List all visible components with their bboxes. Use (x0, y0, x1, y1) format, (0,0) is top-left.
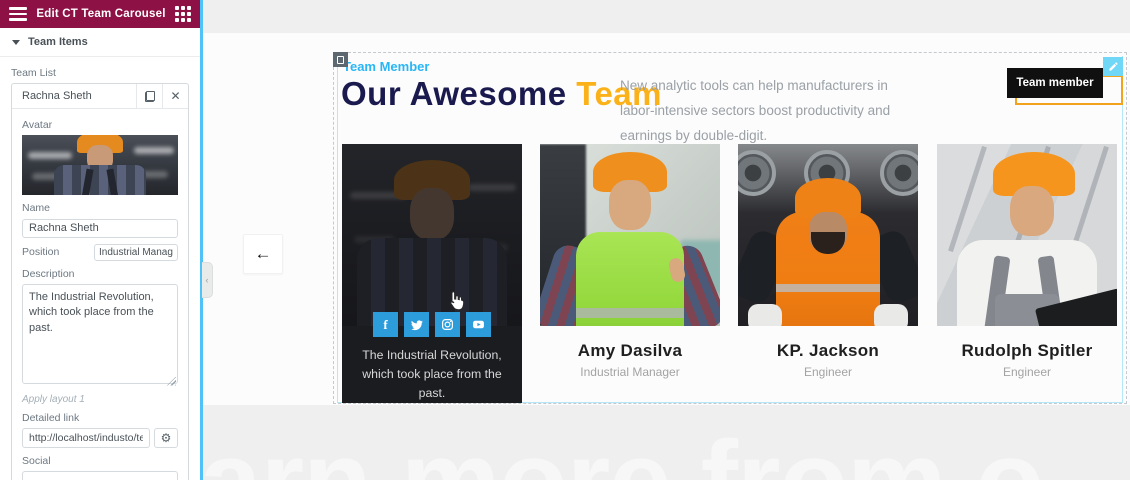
apps-grid-icon[interactable] (175, 6, 191, 22)
close-icon[interactable]: ✕ (162, 84, 188, 108)
card-social-row: f (342, 312, 522, 337)
pencil-icon (1108, 61, 1119, 72)
team-card-active[interactable]: f The Industrial Revolution, which took … (342, 144, 522, 403)
youtube-icon[interactable] (466, 312, 491, 337)
section-heading: Our Awesome Team (341, 75, 662, 113)
twitter-icon[interactable] (404, 312, 429, 337)
avatar-image[interactable] (22, 135, 178, 195)
heading-primary: Our Awesome (341, 75, 567, 112)
facebook-icon[interactable]: f (373, 312, 398, 337)
duplicate-icon[interactable] (136, 84, 162, 108)
team-member-button[interactable]: Team member (1007, 68, 1103, 98)
panel-title: Edit CT Team Carousel (36, 8, 165, 20)
background-watermark-text: earn more from o (200, 416, 1043, 480)
instagram-icon[interactable] (435, 312, 460, 337)
card-caption: The Industrial Revolution, which took pl… (342, 346, 522, 403)
panel-resizer[interactable] (200, 0, 203, 480)
member-name: KP. Jackson (738, 341, 918, 361)
section-edit-handle[interactable] (333, 52, 348, 67)
name-label: Name (22, 202, 178, 214)
detailed-link-input[interactable] (22, 428, 150, 448)
repeater-item: Rachna Sheth ✕ Avatar (11, 83, 189, 480)
description-label: Description (22, 268, 178, 280)
team-card[interactable]: KP. Jackson Engineer (738, 144, 918, 379)
pencil-edit-handle[interactable] (1103, 57, 1123, 76)
arrow-left-icon: ← (255, 244, 272, 264)
elementor-editor: Edit CT Team Carousel Team Items Team Li… (0, 0, 1130, 480)
social-repeater-item: Icon ✕ f (22, 471, 178, 480)
section-title: Team Items (28, 36, 88, 48)
member-name: Amy Dasilva (540, 341, 720, 361)
section-intro: New analytic tools can help manufacturer… (620, 74, 916, 149)
panel-header: Edit CT Team Carousel (0, 0, 200, 28)
member-role: Industrial Manager (540, 365, 720, 379)
team-photo (342, 144, 522, 326)
team-photo (540, 144, 720, 326)
caret-down-icon (12, 40, 20, 45)
card-hover-overlay (342, 144, 522, 326)
section-team-items[interactable]: Team Items (0, 28, 200, 57)
panel-collapse-tab[interactable]: ‹ (202, 262, 213, 298)
team-list-label: Team List (11, 67, 189, 79)
section-eyebrow: Team Member (343, 59, 429, 74)
repeater-item-body: Avatar Name Position (12, 109, 188, 480)
position-label: Position (22, 246, 59, 258)
avatar-label: Avatar (22, 119, 178, 131)
team-photo (738, 144, 918, 326)
panel-body: Team List Rachna Sheth ✕ Avatar (0, 57, 200, 480)
position-input[interactable] (94, 244, 178, 261)
detailed-link-label: Detailed link (22, 412, 178, 424)
social-label: Social (22, 455, 178, 467)
team-photo (937, 144, 1117, 326)
name-input[interactable] (22, 219, 178, 238)
description-textarea[interactable]: The Industrial Revolution, which took pl… (22, 284, 178, 384)
repeater-item-title[interactable]: Rachna Sheth (12, 84, 136, 108)
member-role: Engineer (937, 365, 1117, 379)
carousel-prev-button[interactable]: ← (243, 234, 283, 274)
member-name: Rudolph Spitler (937, 341, 1117, 361)
team-card[interactable]: Amy Dasilva Industrial Manager (540, 144, 720, 379)
team-card[interactable]: Rudolph Spitler Engineer (937, 144, 1117, 379)
editor-panel: Edit CT Team Carousel Team Items Team Li… (0, 0, 200, 480)
preview-canvas: ‹ earn more from o Team Member Our Aweso… (200, 0, 1130, 480)
hamburger-icon[interactable] (9, 4, 27, 24)
apply-layout-note: Apply layout 1 (22, 394, 178, 405)
gear-icon[interactable]: ⚙ (154, 428, 178, 448)
member-role: Engineer (738, 365, 918, 379)
repeater-item-header: Rachna Sheth ✕ (12, 84, 188, 109)
